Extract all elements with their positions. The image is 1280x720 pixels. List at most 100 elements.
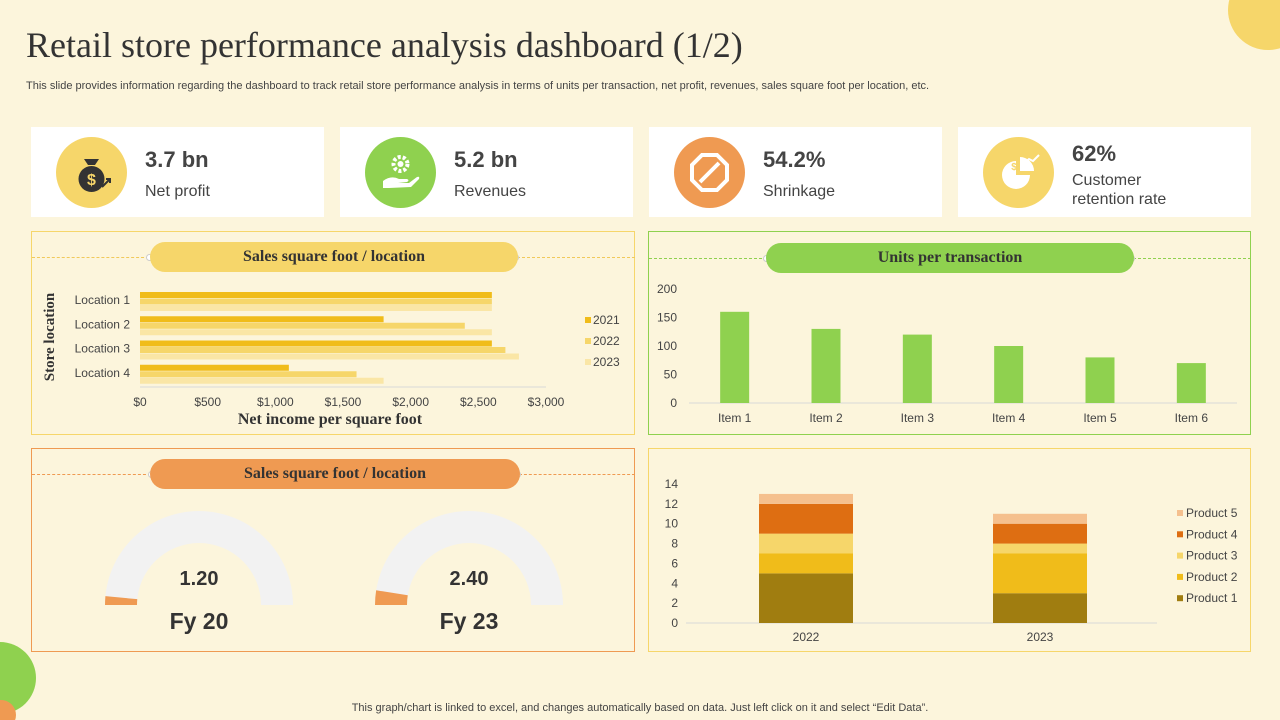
gauge-track (375, 511, 563, 605)
kpi-value: 62% (1072, 141, 1117, 166)
y-tick-label: 6 (671, 556, 678, 570)
x-tick-label: Item 4 (992, 411, 1026, 425)
svg-text:$: $ (87, 172, 96, 189)
kpi-card-revenues: 5.2 bn Revenues (340, 127, 633, 217)
bar-2022 (140, 322, 465, 329)
x-tick-label: Item 5 (1083, 411, 1117, 425)
gauge-value: 1.20 (180, 568, 219, 590)
bar-segment-product-3 (759, 533, 853, 554)
kpi-value: 3.7 bn (145, 147, 209, 172)
svg-text:$: $ (1011, 162, 1017, 173)
legend-swatch (1177, 573, 1183, 580)
x-tick-label: Item 3 (901, 411, 935, 425)
gauge-chart: 1.20 Fy 20 2.40 Fy 23 (105, 511, 563, 634)
y-tick-label: 150 (657, 311, 677, 325)
y-tick-label: Location 4 (75, 366, 131, 380)
y-tick-label: 2 (671, 596, 678, 610)
legend-swatch (1177, 552, 1183, 559)
bar-2021 (140, 292, 492, 298)
y-tick-label: 0 (670, 396, 677, 410)
legend-swatch (585, 338, 591, 344)
gear-hand-icon (365, 137, 436, 208)
corner-decoration (1228, 0, 1280, 50)
y-axis-title: Store location (42, 292, 58, 381)
units-bar-chart: 0 50 100 150 200 Item 1 Item 2 Item 3 Item 4 Item… (657, 282, 1237, 425)
stacked-panel: 0 2 4 6 8 10 12 14 2022 2023 Product 5 Product 4 Pro… (648, 448, 1251, 652)
legend-label: 2023 (593, 355, 620, 369)
x-tick-label: 2023 (1027, 630, 1054, 644)
kpi-card-customer-retention: $ 62% Customer retention rate (958, 127, 1251, 217)
x-tick-label: $1,000 (257, 395, 294, 409)
bar (1085, 357, 1115, 403)
bar (720, 311, 750, 403)
x-tick-label: $2,500 (460, 395, 497, 409)
bar-segment-product-5 (993, 513, 1087, 524)
legend-label: Product 5 (1186, 506, 1238, 520)
y-tick-label: 8 (671, 537, 678, 551)
x-tick-label: $0 (133, 395, 147, 409)
octagon-icon (674, 137, 745, 208)
bar-2021 (140, 340, 492, 347)
y-tick-label: 50 (664, 368, 678, 382)
gauge-label: Fy 23 (440, 608, 499, 634)
x-tick-label: Item 2 (809, 411, 843, 425)
page-title: Retail store performance analysis dashbo… (26, 25, 743, 65)
bar-2023 (140, 329, 492, 336)
y-tick-label: Location 2 (75, 317, 131, 331)
kpi-label: Revenues (454, 183, 527, 200)
footer-note: This graph/chart is linked to excel, and… (351, 702, 929, 714)
x-axis-title: Net income per square foot (238, 411, 423, 428)
sales-sqft-panel: Sales square foot / location Location 1L… (31, 231, 635, 435)
bar-2023 (140, 377, 384, 384)
bar-2023 (140, 305, 492, 311)
y-tick-label: 0 (671, 616, 678, 630)
bar-2022 (140, 347, 506, 353)
gauges-panel: Sales square foot / location 1.20 Fy 20 2.… (31, 448, 635, 652)
y-tick-label: 4 (671, 576, 678, 590)
y-tick-label: 12 (665, 497, 679, 511)
bar-segment-product-4 (993, 523, 1087, 544)
stacked-bar-chart: 0 2 4 6 8 10 12 14 2022 2023 Product 5 Product 4 Pro… (665, 477, 1238, 644)
bar-segment-product-4 (759, 503, 853, 534)
pie-growth-icon: $ (983, 137, 1054, 208)
gauge-value: 2.40 (450, 568, 489, 590)
x-tick-label: $500 (194, 395, 221, 409)
legend-label: 2022 (593, 334, 620, 348)
legend-swatch (585, 359, 591, 365)
legend-label: Product 2 (1186, 570, 1238, 584)
legend-label: Product 4 (1186, 527, 1238, 541)
x-tick-label: 2022 (793, 630, 820, 644)
x-tick-label: $1,500 (325, 395, 362, 409)
gauge-track (105, 511, 293, 605)
bar-2021 (140, 364, 289, 371)
bar-segment-product-2 (759, 553, 853, 574)
bar-2022 (140, 371, 357, 378)
bar-2022 (140, 298, 492, 305)
bar-segment-product-2 (993, 553, 1087, 594)
y-tick-label: 14 (665, 477, 679, 491)
bar (994, 346, 1024, 403)
legend-label: 2021 (593, 313, 620, 327)
bar-2023 (140, 353, 519, 360)
bar-segment-product-3 (993, 543, 1087, 554)
x-tick-label: $2,000 (392, 395, 429, 409)
x-tick-label: Item 6 (1175, 411, 1209, 425)
bar-segment-product-1 (993, 593, 1087, 623)
kpi-label: Customer retention rate (1072, 172, 1167, 208)
y-tick-label: Location 1 (75, 293, 131, 307)
y-tick-label: Location 3 (75, 342, 131, 356)
y-tick-label: 100 (657, 339, 677, 353)
bar (1176, 363, 1206, 403)
kpi-value: 54.2% (763, 147, 826, 172)
legend-swatch (1177, 531, 1183, 538)
x-tick-label: $3,000 (528, 395, 565, 409)
kpi-label: Shrinkage (763, 183, 836, 200)
page-subtitle: This slide provides information regardin… (26, 80, 930, 92)
bar-segment-product-5 (759, 493, 853, 504)
legend-label: Product 1 (1186, 591, 1238, 605)
y-tick-label: 200 (657, 282, 677, 296)
legend-swatch (585, 317, 591, 323)
legend-swatch (1177, 510, 1183, 516)
kpi-value: 5.2 bn (454, 147, 518, 172)
x-tick-label: Item 1 (718, 411, 752, 425)
